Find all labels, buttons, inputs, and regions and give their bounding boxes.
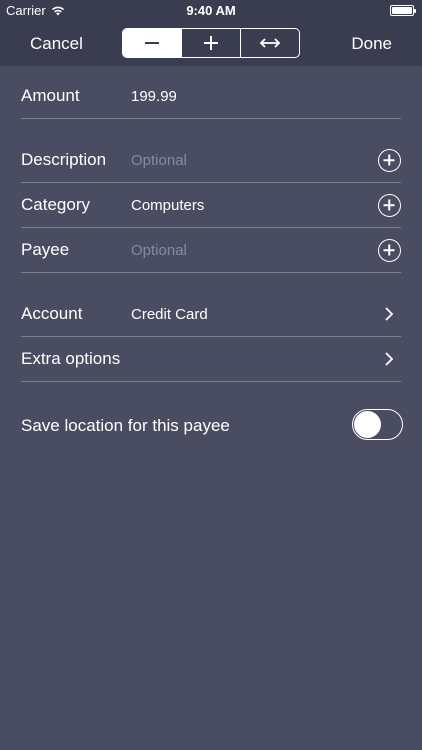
payee-row[interactable]: Payee Optional [21, 228, 401, 273]
amount-row[interactable]: Amount 199.99 [21, 74, 401, 119]
toggle-knob [354, 411, 381, 438]
minus-icon [145, 42, 159, 44]
save-location-toggle[interactable] [352, 409, 403, 440]
plus-circle-icon [377, 148, 401, 172]
plus-icon [204, 36, 218, 50]
description-input[interactable]: Optional [131, 152, 377, 169]
payee-input[interactable]: Optional [131, 242, 377, 259]
plus-circle-icon [377, 193, 401, 217]
chevron-right-icon [377, 347, 401, 371]
payee-label: Payee [21, 240, 70, 259]
account-value: Credit Card [131, 305, 208, 323]
account-label: Account [21, 304, 83, 323]
status-time: 9:40 AM [186, 3, 236, 18]
description-label: Description [21, 150, 107, 169]
segment-income[interactable] [181, 29, 240, 57]
add-description-button[interactable] [377, 148, 401, 172]
left-right-arrow-icon [259, 38, 281, 48]
amount-value[interactable]: 199.99 [131, 88, 401, 105]
done-button[interactable]: Done [351, 34, 392, 54]
save-location-label: Save location for this payee [21, 416, 230, 435]
battery-icon [390, 5, 416, 16]
transaction-type-segmented-control [122, 28, 300, 58]
segment-expense[interactable] [123, 29, 181, 57]
chevron-right-icon [377, 302, 401, 326]
save-location-row: Save location for this payee [21, 412, 230, 440]
category-label: Category [21, 195, 90, 214]
add-category-button[interactable] [377, 193, 401, 217]
extra-options-label: Extra options [21, 349, 121, 368]
status-bar: Carrier 9:40 AM [0, 0, 422, 22]
extra-options-row[interactable]: Extra options [21, 337, 401, 382]
add-payee-button[interactable] [377, 238, 401, 262]
amount-label: Amount [21, 86, 80, 105]
cancel-button[interactable]: Cancel [30, 34, 83, 54]
account-row[interactable]: Account Credit Card [21, 292, 401, 337]
plus-circle-icon [377, 238, 401, 262]
segment-transfer[interactable] [240, 29, 299, 57]
category-row[interactable]: Category Computers [21, 183, 401, 228]
navigation-bar: Cancel Done [0, 22, 422, 66]
category-value[interactable]: Computers [131, 197, 377, 214]
description-row[interactable]: Description Optional [21, 138, 401, 183]
